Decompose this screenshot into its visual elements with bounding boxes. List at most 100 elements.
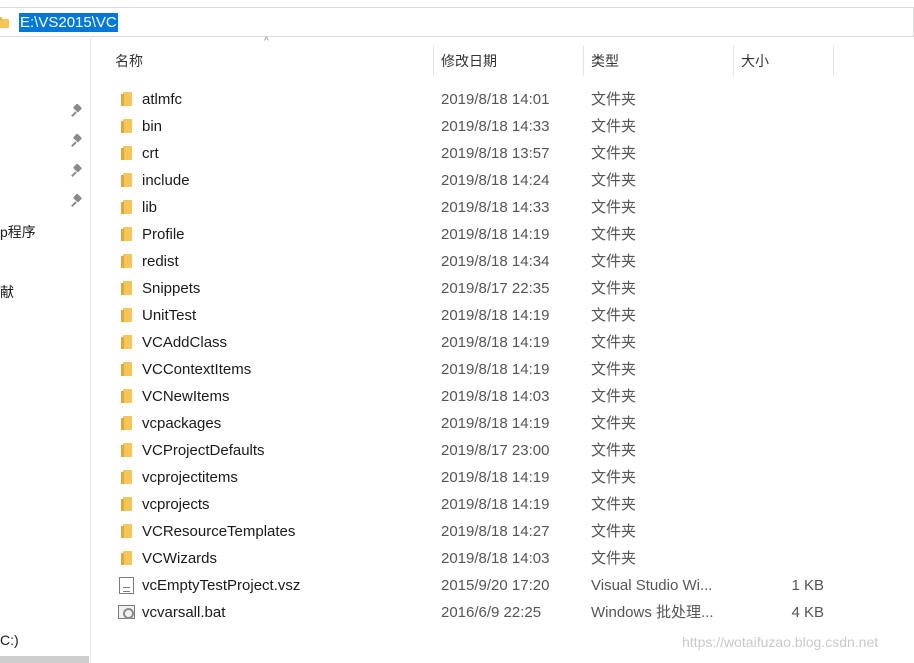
folder-icon — [121, 146, 134, 160]
file-row[interactable]: include 2019/8/18 14:24 文件夹 — [108, 167, 828, 194]
file-row[interactable]: vcpackages 2019/8/18 14:19 文件夹 — [108, 410, 828, 437]
file-row[interactable]: VCWizards 2019/8/18 14:03 文件夹 — [108, 545, 828, 572]
file-modified: 2016/6/9 22:25 — [441, 604, 542, 621]
file-modified: 2019/8/17 22:35 — [441, 280, 550, 297]
file-modified: 2019/8/18 14:01 — [441, 91, 550, 108]
file-type: 文件夹 — [591, 469, 637, 486]
folder-icon — [121, 497, 134, 511]
file-row[interactable]: lib 2019/8/18 14:33 文件夹 — [108, 194, 828, 221]
file-modified: 2019/8/18 14:33 — [441, 118, 550, 135]
file-name: bin — [142, 118, 163, 135]
file-type: 文件夹 — [591, 280, 637, 297]
file-modified: 2019/8/18 14:19 — [441, 361, 550, 378]
file-row[interactable]: VCAddClass 2019/8/18 14:19 文件夹 — [108, 329, 828, 356]
folder-icon — [121, 173, 134, 187]
file-modified: 2019/8/18 14:34 — [441, 253, 550, 270]
folder-icon — [0, 17, 9, 28]
file-size: 4 KB — [791, 604, 824, 621]
file-modified: 2019/8/18 13:57 — [441, 145, 550, 162]
nav-item-programs[interactable]: p程序 — [0, 222, 36, 242]
folder-icon — [121, 470, 134, 484]
column-header-name[interactable]: 名称 — [108, 46, 434, 76]
file-row[interactable]: atlmfc 2019/8/18 14:01 文件夹 — [108, 86, 828, 113]
batch-file-icon — [118, 605, 135, 619]
folder-icon — [121, 524, 134, 538]
file-type: Windows 批处理... — [591, 604, 714, 621]
file-name: VCNewItems — [142, 388, 230, 405]
file-modified: 2019/8/17 23:00 — [441, 442, 550, 459]
column-header-modified[interactable]: 修改日期 — [434, 46, 584, 76]
folder-icon — [121, 362, 134, 376]
column-headers: ^ 名称 修改日期 类型 大小 — [92, 36, 914, 84]
file-row[interactable]: vcvarsall.bat 2016/6/9 22:25 Windows 批处理..… — [108, 599, 828, 626]
file-type: 文件夹 — [591, 361, 637, 378]
file-name: redist — [142, 253, 179, 270]
file-type: 文件夹 — [591, 253, 637, 270]
folder-icon — [121, 227, 134, 241]
file-name: Snippets — [142, 280, 201, 297]
file-row[interactable]: VCNewItems 2019/8/18 14:03 文件夹 — [108, 383, 828, 410]
file-type: 文件夹 — [591, 334, 637, 351]
folder-icon — [121, 416, 134, 430]
folder-icon — [121, 119, 134, 133]
file-row[interactable]: vcprojects 2019/8/18 14:19 文件夹 — [108, 491, 828, 518]
file-name: vcvarsall.bat — [142, 604, 226, 621]
column-header-type[interactable]: 类型 — [584, 46, 734, 76]
file-type: 文件夹 — [591, 226, 637, 243]
file-name: include — [142, 172, 190, 189]
file-name: atlmfc — [142, 91, 183, 108]
file-modified: 2019/8/18 14:19 — [441, 415, 550, 432]
file-name: UnitTest — [142, 307, 197, 324]
folder-icon — [121, 308, 134, 322]
address-path[interactable]: E:\VS2015\VC — [19, 13, 118, 32]
file-row[interactable]: VCProjectDefaults 2019/8/17 23:00 文件夹 — [108, 437, 828, 464]
file-type: 文件夹 — [591, 496, 637, 513]
folder-icon — [121, 389, 134, 403]
file-row[interactable]: vcEmptyTestProject.vsz 2015/9/20 17:20 Vis… — [108, 572, 828, 599]
pin-icon[interactable] — [71, 194, 85, 208]
file-modified: 2019/8/18 14:27 — [441, 523, 550, 540]
file-row[interactable]: crt 2019/8/18 13:57 文件夹 — [108, 140, 828, 167]
file-type: 文件夹 — [591, 118, 637, 135]
file-modified: 2019/8/18 14:19 — [441, 226, 550, 243]
file-modified: 2019/8/18 14:03 — [441, 550, 550, 567]
file-name: vcprojects — [142, 496, 210, 513]
file-name: lib — [142, 199, 158, 216]
file-row[interactable]: VCContextItems 2019/8/18 14:19 文件夹 — [108, 356, 828, 383]
file-type: 文件夹 — [591, 415, 637, 432]
folder-icon — [121, 335, 134, 349]
file-size: 1 KB — [791, 577, 824, 594]
horizontal-scrollbar[interactable] — [0, 656, 89, 663]
file-type: 文件夹 — [591, 91, 637, 108]
address-bar[interactable]: E:\VS2015\VC — [0, 7, 914, 37]
pin-icon[interactable] — [71, 134, 85, 148]
file-type: 文件夹 — [591, 172, 637, 189]
pin-icon[interactable] — [71, 164, 85, 178]
pin-icon[interactable] — [71, 104, 85, 118]
folder-icon — [121, 443, 134, 457]
folder-icon — [121, 551, 134, 565]
nav-item-drive-c[interactable]: C:) — [0, 632, 19, 648]
file-modified: 2019/8/18 14:19 — [441, 307, 550, 324]
file-modified: 2019/8/18 14:19 — [441, 496, 550, 513]
file-name: crt — [142, 145, 159, 162]
watermark: https://wotaifuzao.blog.csdn.net — [682, 634, 879, 650]
file-row[interactable]: redist 2019/8/18 14:34 文件夹 — [108, 248, 828, 275]
file-name: vcprojectitems — [142, 469, 238, 486]
file-row[interactable]: Profile 2019/8/18 14:19 文件夹 — [108, 221, 828, 248]
file-row[interactable]: UnitTest 2019/8/18 14:19 文件夹 — [108, 302, 828, 329]
file-row[interactable]: Snippets 2019/8/17 22:35 文件夹 — [108, 275, 828, 302]
file-row[interactable]: vcprojectitems 2019/8/18 14:19 文件夹 — [108, 464, 828, 491]
file-name: VCWizards — [142, 550, 218, 567]
file-row[interactable]: VCResourceTemplates 2019/8/18 14:27 文件夹 — [108, 518, 828, 545]
folder-icon — [121, 92, 134, 106]
file-name: vcpackages — [142, 415, 222, 432]
file-type: 文件夹 — [591, 442, 637, 459]
file-type: 文件夹 — [591, 199, 637, 216]
file-row[interactable]: bin 2019/8/18 14:33 文件夹 — [108, 113, 828, 140]
nav-item-contributions[interactable]: 献 — [0, 282, 14, 302]
file-name: VCResourceTemplates — [142, 523, 296, 540]
file-type: Visual Studio Wi... — [591, 577, 713, 594]
column-header-size[interactable]: 大小 — [734, 46, 834, 76]
file-type: 文件夹 — [591, 523, 637, 540]
